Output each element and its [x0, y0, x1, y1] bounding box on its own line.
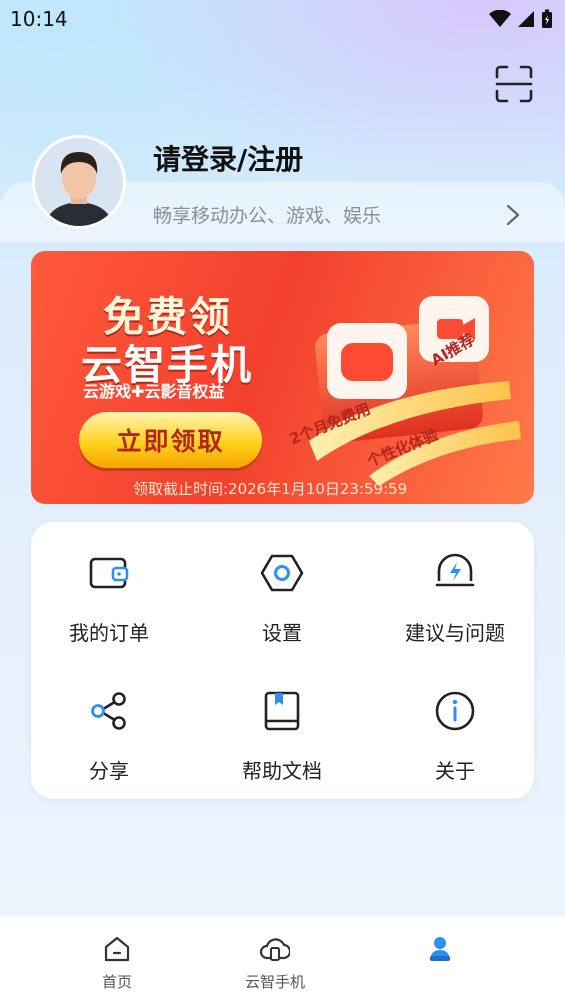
menu-label-orders: 我的订单: [69, 621, 149, 645]
menu-label-feedback: 建议与问题: [405, 621, 505, 645]
menu-label-share: 分享: [89, 759, 129, 783]
menu-item-settings[interactable]: 设置: [202, 527, 362, 645]
cloud-phone-icon: [260, 938, 290, 961]
banner-subtitle: 云游戏✚云影音权益: [83, 382, 225, 401]
gamepad-icon: [341, 343, 393, 381]
menu-label-settings: 设置: [262, 621, 302, 645]
menu-item-feedback[interactable]: 建议与问题: [375, 527, 535, 645]
claim-button[interactable]: 立即领取: [79, 412, 262, 468]
nav-label-cloud-phone: 云智手机: [244, 973, 305, 991]
status-icons: [489, 9, 553, 29]
battery-icon: [542, 9, 552, 28]
profile-icon: [430, 937, 450, 961]
wallet-icon: [89, 557, 129, 589]
book-icon: [264, 691, 300, 731]
signal-icon: [518, 11, 534, 27]
chevron-right-icon[interactable]: [503, 203, 523, 227]
bottom-nav: 首页 云智手机: [0, 916, 565, 1004]
status-bar: 10:14: [0, 0, 565, 38]
status-time: 10:14: [10, 7, 68, 31]
avatar[interactable]: [32, 135, 126, 229]
avatar-image: [35, 138, 123, 226]
home-icon: [104, 936, 130, 962]
menu-label-help-docs: 帮助文档: [242, 759, 322, 783]
menu-grid: 我的订单 设置 建议与问题 分享 帮助文档 关于: [31, 522, 534, 799]
wifi-icon: [489, 10, 511, 27]
share-icon: [91, 692, 126, 730]
menu-item-about[interactable]: 关于: [375, 665, 535, 783]
nav-item-cloud-phone[interactable]: 云智手机: [200, 916, 350, 1004]
menu-item-orders[interactable]: 我的订单: [29, 527, 189, 645]
login-subtitle: 畅享移动办公、游戏、娱乐: [153, 205, 382, 227]
promo-banner[interactable]: 免费领 云智手机 云游戏✚云影音权益 立即领取 领取截止时间:2026年1月10…: [31, 251, 534, 504]
menu-item-help-docs[interactable]: 帮助文档: [202, 665, 362, 783]
feedback-bolt-icon: [435, 553, 475, 587]
info-icon: [435, 691, 475, 731]
nav-item-profile[interactable]: [365, 916, 515, 1004]
menu-item-share[interactable]: 分享: [29, 665, 189, 783]
nav-label-home: 首页: [101, 973, 132, 991]
scan-icon[interactable]: [494, 64, 534, 104]
login-title[interactable]: 请登录/注册: [153, 138, 303, 178]
settings-hex-icon: [260, 554, 304, 592]
nav-item-home[interactable]: 首页: [42, 916, 192, 1004]
menu-label-about: 关于: [435, 759, 475, 783]
